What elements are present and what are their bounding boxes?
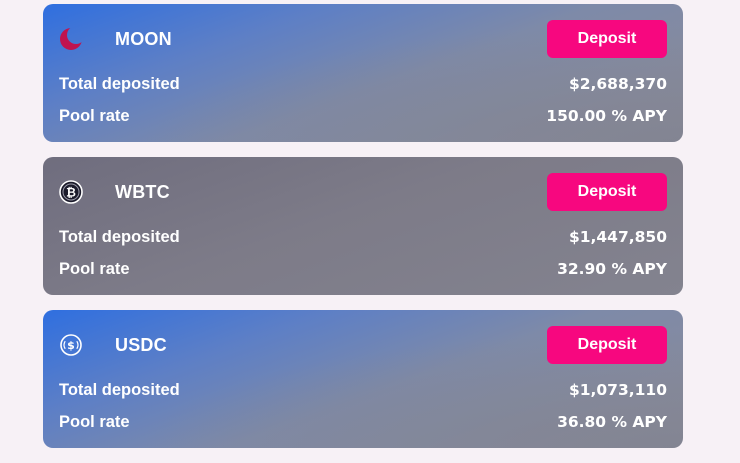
- pool-card-wbtc: ₿ WBTC Deposit Total deposited $1,447,85…: [43, 157, 683, 295]
- pool-header: MOON Deposit: [59, 20, 667, 58]
- total-deposited-label: Total deposited: [59, 75, 180, 93]
- pool-name: USDC: [115, 335, 167, 355]
- pool-header: $ USDC Deposit: [59, 326, 667, 364]
- total-deposited-row: Total deposited $2,688,370: [59, 75, 667, 95]
- total-deposited-value: $2,688,370: [568, 75, 667, 93]
- pool-rate-label: Pool rate: [59, 107, 130, 125]
- pool-list: MOON Deposit Total deposited $2,688,370 …: [43, 4, 683, 463]
- total-deposited-label: Total deposited: [59, 381, 180, 399]
- pool-rate-value: 150.00 % APY: [546, 107, 667, 125]
- svg-text:$: $: [67, 339, 75, 352]
- pool-name: MOON: [115, 29, 172, 49]
- pool-header: ₿ WBTC Deposit: [59, 173, 667, 211]
- deposit-button[interactable]: Deposit: [547, 173, 667, 211]
- pool-rate-value: 32.90 % APY: [557, 260, 667, 278]
- total-deposited-label: Total deposited: [59, 228, 180, 246]
- pool-card-moon: MOON Deposit Total deposited $2,688,370 …: [43, 4, 683, 142]
- bitcoin-icon: ₿: [59, 179, 85, 205]
- total-deposited-row: Total deposited $1,447,850: [59, 228, 667, 248]
- pool-rate-row: Pool rate 32.90 % APY: [59, 260, 667, 280]
- pool-rate-row: Pool rate 36.80 % APY: [59, 413, 667, 433]
- pool-card-usdc: $ USDC Deposit Total deposited $1,073,11…: [43, 310, 683, 448]
- pool-rate-row: Pool rate 150.00 % APY: [59, 107, 667, 127]
- moon-icon: [59, 26, 85, 52]
- pool-rate-label: Pool rate: [59, 413, 130, 431]
- deposit-button[interactable]: Deposit: [547, 326, 667, 364]
- total-deposited-value: $1,073,110: [568, 381, 667, 399]
- total-deposited-row: Total deposited $1,073,110: [59, 381, 667, 401]
- usdc-icon: $: [59, 332, 85, 358]
- pool-name: WBTC: [115, 182, 170, 202]
- deposit-button[interactable]: Deposit: [547, 20, 667, 58]
- pool-rate-label: Pool rate: [59, 260, 130, 278]
- total-deposited-value: $1,447,850: [568, 228, 667, 246]
- svg-text:₿: ₿: [66, 186, 76, 200]
- pool-rate-value: 36.80 % APY: [557, 413, 667, 431]
